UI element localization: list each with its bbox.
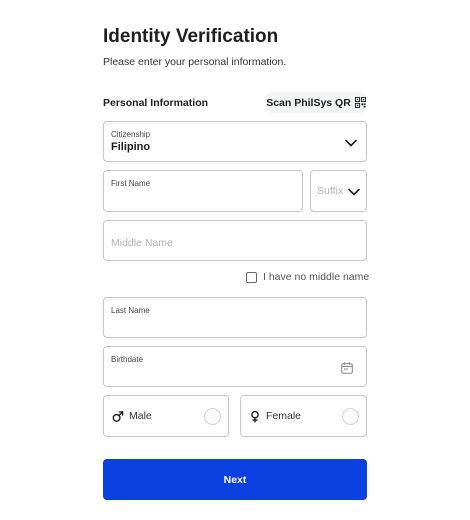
suffix-placeholder: Suffix — [317, 185, 344, 197]
gender-male-label: Male — [129, 410, 152, 422]
section-label: Personal Information — [103, 97, 209, 109]
page-subtitle: Please enter your personal information. — [103, 56, 287, 68]
first-name-field[interactable]: First Name — [103, 170, 303, 212]
female-icon — [251, 410, 259, 423]
citizenship-value: Filipino — [111, 141, 151, 153]
middle-name-field[interactable]: Middle Name — [103, 220, 367, 261]
first-name-label: First Name — [111, 179, 151, 188]
chevron-down-icon — [348, 188, 360, 196]
middle-name-placeholder: Middle Name — [111, 237, 173, 249]
identity-verification-page: Identity Verification Please enter your … — [0, 0, 470, 520]
qr-code-icon — [354, 97, 366, 108]
gender-female-radio[interactable] — [342, 408, 359, 425]
gender-male-radio[interactable] — [204, 408, 221, 425]
scan-philsys-qr-button[interactable]: Scan PhilSys QR — [266, 92, 366, 113]
next-button[interactable]: Next — [103, 459, 367, 500]
no-middle-name-label: I have no middle name — [263, 271, 370, 283]
last-name-label: Last Name — [111, 306, 150, 315]
calendar-icon[interactable] — [341, 362, 353, 374]
no-middle-name-checkbox[interactable] — [246, 271, 257, 283]
chevron-down-icon — [345, 139, 357, 147]
no-middle-name-option[interactable]: I have no middle name — [246, 271, 369, 283]
male-icon — [112, 411, 124, 422]
scan-button-label: Scan PhilSys QR — [266, 96, 351, 109]
gender-female-label: Female — [266, 410, 302, 422]
gender-female-option[interactable]: Female — [240, 395, 367, 437]
suffix-select[interactable]: Suffix — [310, 170, 367, 212]
citizenship-select[interactable]: Citizenship Filipino — [103, 121, 367, 162]
birthdate-label: Birthdate — [111, 355, 144, 364]
last-name-field[interactable]: Last Name — [103, 297, 367, 338]
birthdate-field[interactable]: Birthdate — [103, 346, 367, 387]
page-title: Identity Verification — [103, 26, 279, 47]
gender-male-option[interactable]: Male — [103, 395, 229, 437]
citizenship-label: Citizenship — [111, 130, 151, 139]
